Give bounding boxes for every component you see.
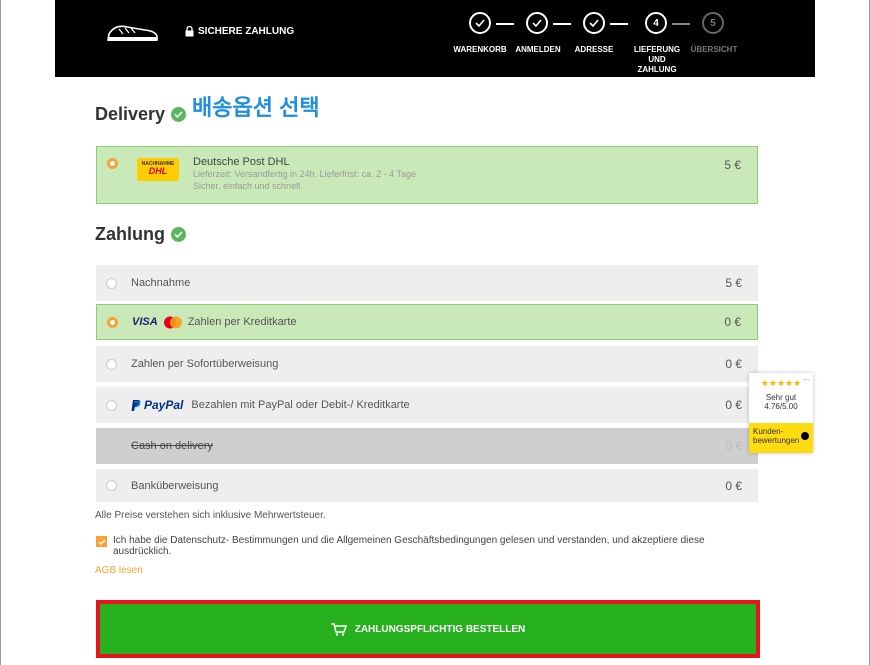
delivery-time: Lieferzeit: Versandfertig in 24h. Liefer… (193, 169, 416, 179)
checkout-steps: 4 5 WARENKORB ANMELDEN ADRESSE LIEFERUNG… (453, 10, 753, 74)
payment-label: Bezahlen mit PayPal oder Debit-/ Kreditk… (191, 399, 410, 411)
payment-option-cod-disabled: Cash on delivery 0 € (96, 428, 758, 464)
check-icon (532, 19, 542, 27)
delivery-annotation: 배송옵션 선택 (192, 95, 320, 120)
payment-label: Zahlen per Sofortüberweisung (131, 358, 279, 370)
lock-icon (185, 26, 194, 37)
check-circle-icon (171, 107, 187, 122)
payment-option-creditcard[interactable]: VISA Zahlen per Kreditkarte 0 € (96, 304, 758, 340)
step-connector (610, 23, 628, 25)
payment-radio[interactable] (106, 277, 117, 289)
trust-badge-label-box: Kunden- bewertungen (749, 423, 813, 453)
payment-price: 0 € (725, 357, 742, 371)
place-order-label: ZAHLUNGSPFLICHTIG BESTELLEN (354, 623, 526, 635)
step-label-cart: WARENKORB (453, 45, 507, 54)
agb-link[interactable]: AGB lesen (95, 565, 143, 576)
payment-price: 0 € (724, 315, 741, 329)
payment-label: Cash on delivery (131, 440, 213, 452)
creditcard-label-group: VISA Zahlen per Kreditkarte (132, 316, 297, 329)
checkout-header: SICHERE ZAHLUNG 4 5 WARENKORB ANMELDEN A… (55, 0, 815, 77)
payment-option-sofort[interactable]: Zahlen per Sofortüberweisung 0 € (96, 346, 758, 382)
rating-text: Sehr gut (765, 393, 797, 402)
vat-note: Alle Preise verstehen sich inklusive Meh… (95, 510, 326, 521)
step-login-circle (526, 12, 548, 34)
dhl-logo-brand: DHL (148, 166, 168, 176)
secure-payment-text: SICHERE ZAHLUNG (198, 26, 295, 37)
delivery-title: Delivery (95, 104, 166, 124)
payment-label: Zahlen per Kreditkarte (187, 316, 297, 328)
dhl-logo: NACHNAHME DHL (137, 158, 179, 181)
place-order-button[interactable]: ZAHLUNGSPFLICHTIG BESTELLEN (96, 600, 760, 658)
payment-heading: Zahlung (95, 224, 186, 245)
visa-logo: VISA (132, 316, 158, 328)
cart-icon (331, 622, 347, 636)
check-icon (475, 19, 485, 27)
step-label-address: ADRESSE (574, 45, 614, 54)
payment-label: Banküberweisung (131, 479, 219, 492)
payment-price: 0 € (725, 478, 742, 493)
paypal-label-group: PayPal Bezahlen mit PayPal oder Debit-/ … (131, 398, 410, 412)
mastercard-icon (163, 316, 182, 328)
paypal-icon (131, 399, 141, 411)
footshop-logo[interactable] (105, 22, 160, 44)
step-label-delivery: LIEFERUNG UND ZAHLUNG (633, 45, 681, 74)
payment-price: 0 € (725, 398, 742, 412)
payment-option-nachnahme[interactable]: Nachnahme 5 € (96, 265, 758, 301)
step-label-login: ANMELDEN (515, 45, 561, 54)
terms-checkbox[interactable] (96, 536, 107, 547)
delivery-price: 5 € (724, 158, 741, 172)
delivery-name: Deutsche Post DHL (193, 156, 290, 168)
step-overview-circle: 5 (702, 12, 724, 34)
check-circle-icon (171, 227, 186, 242)
terms-agreement[interactable]: Ich habe die Datenschutz- Bestimmungen u… (96, 535, 736, 557)
payment-radio[interactable] (106, 480, 117, 491)
trust-badge[interactable]: ... ★★★★★ Sehr gut 4.76/5.00 Kunden- bew… (749, 373, 813, 453)
payment-radio[interactable] (106, 358, 117, 370)
payment-price: 0 € (725, 439, 742, 453)
paypal-brand: PayPal (144, 398, 184, 412)
payment-radio[interactable] (106, 399, 117, 411)
step-address-circle (583, 12, 605, 34)
payment-option-paypal[interactable]: PayPal Bezahlen mit PayPal oder Debit-/ … (96, 387, 758, 423)
payment-title: Zahlung (95, 224, 165, 244)
step-connector (553, 23, 571, 25)
paypal-logo: PayPal (131, 398, 183, 412)
step-delivery-circle: 4 (645, 12, 667, 34)
step-connector (672, 23, 690, 25)
trusted-shops-icon (799, 430, 811, 442)
secure-payment-label: SICHERE ZAHLUNG (185, 26, 294, 37)
check-icon (589, 19, 599, 27)
payment-radio[interactable] (107, 316, 118, 328)
delivery-heading: Delivery (95, 104, 187, 125)
delivery-radio[interactable] (107, 158, 118, 169)
step-cart-circle (469, 12, 491, 34)
payment-price: 5 € (725, 276, 742, 290)
delivery-option-dhl[interactable]: NACHNAHME DHL Deutsche Post DHL Lieferze… (96, 146, 758, 204)
payment-label: Nachnahme (131, 277, 191, 289)
terms-text: Ich habe die Datenschutz- Bestimmungen u… (113, 535, 705, 557)
payment-option-bank-transfer[interactable]: Banküberweisung 0 € (96, 469, 758, 502)
more-icon[interactable]: ... (803, 373, 810, 382)
trust-badge-label: Kunden- bewertungen (753, 427, 800, 445)
rating-score: 4.76/5.00 (764, 402, 798, 411)
dhl-details: Deutsche Post DHL Lieferzeit: Versandfer… (193, 156, 416, 192)
step-label-overview: ÜBERSICHT (690, 45, 738, 54)
step-connector (496, 23, 514, 25)
delivery-desc: Sicher, einfach und schnell. (193, 181, 303, 191)
